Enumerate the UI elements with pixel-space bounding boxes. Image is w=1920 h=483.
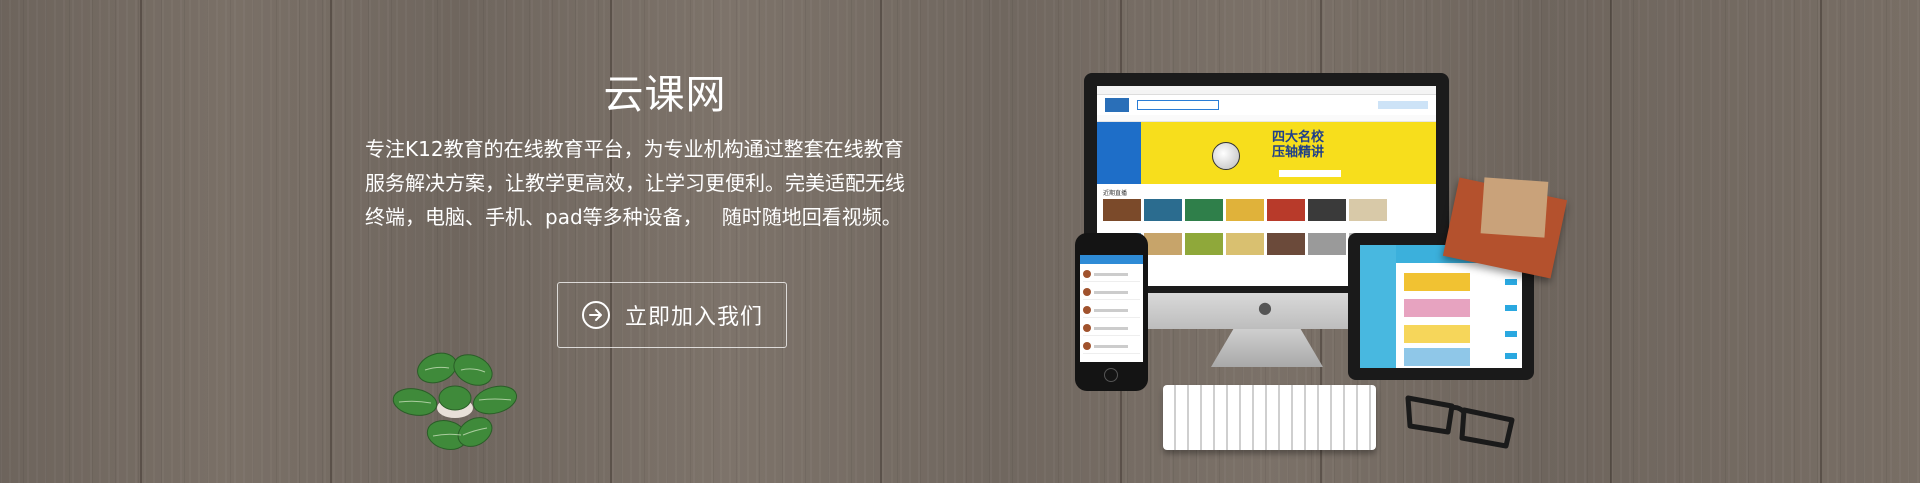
apple-logo-icon: ● [1258,298,1272,317]
smartphone [1075,233,1148,391]
banner-title-line1: 四大名校 [1272,130,1325,145]
plant-image [392,352,518,450]
join-us-label: 立即加入我们 [624,305,763,330]
site-logo [1105,98,1129,112]
monitor-stand [1211,329,1323,367]
section-label: 近期直播 [1103,190,1128,197]
join-us-button[interactable]: 立即加入我们 [557,282,787,348]
banner-title-line2: 压轴精讲 [1272,145,1325,160]
glasses-icon [1405,395,1515,449]
soccer-ball-icon [1212,142,1240,170]
wood-background [0,0,1920,483]
hero-text: 云课网 专注K12教育的在线教育平台，为专业机构通过整套在线教育 服务解决方案，… [365,62,945,234]
site-banner: 四大名校 压轴精讲 [1097,122,1436,184]
keyboard [1163,385,1376,450]
phone-screen [1080,255,1143,362]
site-search-box [1137,100,1219,110]
hero-title: 云课网 [603,72,727,118]
hero-description: 专注K12教育的在线教育平台，为专业机构通过整套在线教育 服务解决方案，让教学更… [365,137,905,229]
arrow-right-circle-icon [581,301,610,329]
home-button-icon [1104,368,1118,382]
course-tiles [1097,199,1436,221]
